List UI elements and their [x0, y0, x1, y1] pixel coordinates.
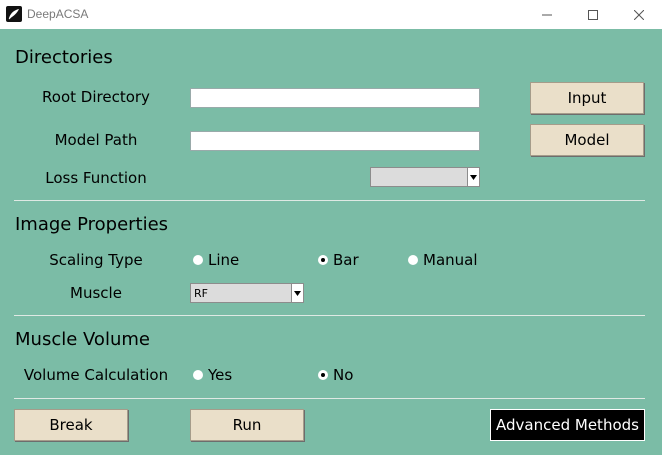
radio-label: Yes	[208, 366, 233, 384]
break-button[interactable]: Break	[14, 409, 128, 441]
loss-function-select[interactable]	[370, 167, 480, 187]
model-button[interactable]: Model	[530, 124, 644, 156]
radio-indicator-selected	[318, 255, 328, 265]
app-window: DeepACSA Directories Root Directory Inpu…	[0, 0, 662, 455]
model-path-label: Model Path	[54, 131, 138, 149]
radio-indicator	[193, 370, 203, 380]
volume-radio-no[interactable]: No	[318, 366, 353, 384]
input-button[interactable]: Input	[530, 82, 644, 114]
radio-label: No	[333, 366, 354, 384]
separator-2	[14, 315, 645, 316]
model-path-input[interactable]	[190, 131, 480, 151]
muscle-value: RF	[194, 287, 208, 300]
separator-1	[14, 200, 645, 201]
app-feather-icon	[6, 6, 22, 22]
root-directory-label: Root Directory	[42, 88, 150, 106]
muscle-label: Muscle	[70, 284, 122, 302]
minimize-button[interactable]	[524, 0, 570, 29]
volume-radio-yes[interactable]: Yes	[193, 366, 232, 384]
loss-function-label: Loss Function	[45, 169, 147, 187]
directories-heading: Directories	[15, 47, 113, 68]
run-button[interactable]: Run	[190, 409, 304, 441]
window-title: DeepACSA	[27, 7, 89, 21]
scaling-radio-bar[interactable]: Bar	[318, 251, 359, 269]
chevron-down-icon[interactable]	[291, 284, 303, 302]
radio-label: Bar	[333, 251, 359, 269]
radio-label: Manual	[423, 251, 478, 269]
root-directory-input[interactable]	[190, 88, 480, 108]
radio-indicator-selected	[318, 370, 328, 380]
scaling-radio-line[interactable]: Line	[193, 251, 239, 269]
close-icon	[634, 9, 644, 20]
title-bar: DeepACSA	[0, 0, 662, 29]
image-properties-heading: Image Properties	[15, 214, 169, 235]
radio-indicator	[193, 255, 203, 265]
volume-calculation-label: Volume Calculation	[23, 366, 169, 384]
minimize-icon	[542, 10, 552, 20]
scaling-type-label: Scaling Type	[49, 251, 143, 269]
advanced-methods-button[interactable]: Advanced Methods	[490, 409, 645, 441]
radio-indicator	[408, 255, 418, 265]
radio-label: Line	[208, 251, 240, 269]
separator-3	[14, 398, 645, 399]
muscle-volume-heading: Muscle Volume	[15, 329, 150, 350]
maximize-icon	[588, 9, 598, 20]
maximize-button[interactable]	[570, 0, 616, 29]
scaling-radio-manual[interactable]: Manual	[408, 251, 478, 269]
close-button[interactable]	[616, 0, 662, 29]
muscle-select[interactable]: RF	[190, 283, 304, 303]
chevron-down-icon[interactable]	[467, 168, 479, 186]
